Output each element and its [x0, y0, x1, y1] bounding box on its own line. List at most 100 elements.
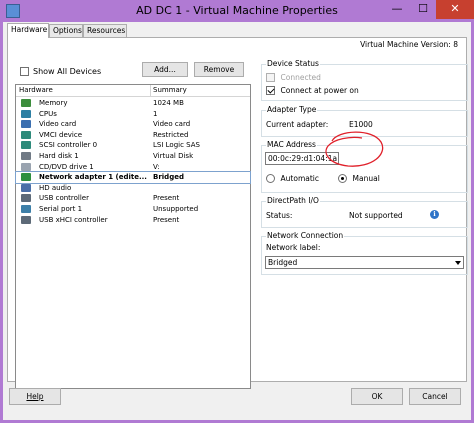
- hardware-row-name: Hard disk 1: [39, 152, 79, 160]
- hardware-row[interactable]: CD/DVD drive 1 V:: [16, 162, 250, 173]
- tab-resources[interactable]: Resources: [83, 24, 127, 37]
- connected-checkbox[interactable]: Connected: [266, 73, 321, 82]
- mac-address-input[interactable]: 00:0c:29:d1:04:1a: [265, 152, 339, 165]
- add-button[interactable]: Add...: [142, 62, 188, 77]
- hardware-row-summary: 1024 MB: [153, 99, 184, 107]
- help-button[interactable]: Help: [9, 388, 61, 405]
- hardware-row[interactable]: Memory 1024 MB: [16, 98, 250, 109]
- hardware-row[interactable]: Serial port 1 Unsupported: [16, 204, 250, 215]
- column-header-summary[interactable]: Summary: [153, 86, 187, 94]
- device-status-legend: Device Status: [266, 59, 320, 68]
- hardware-row[interactable]: Hard disk 1 Virtual Disk: [16, 151, 250, 162]
- mac-address-group: MAC Address 00:0c:29:d1:04:1a Automatic …: [261, 140, 468, 193]
- vm-version-label: Virtual Machine Version: 8: [360, 40, 458, 49]
- hardware-row-name: USB xHCI controller: [39, 215, 108, 224]
- current-adapter-label: Current adapter:: [266, 120, 329, 129]
- automatic-radio[interactable]: Automatic: [266, 174, 319, 183]
- hardware-row-name: HD audio: [39, 183, 72, 192]
- hardware-row[interactable]: CPUs 1: [16, 109, 250, 120]
- close-button[interactable]: ✕: [436, 0, 474, 19]
- connected-checkbox-box[interactable]: [266, 73, 275, 82]
- directpath-status-value: Not supported: [349, 211, 403, 220]
- network-label-select[interactable]: Bridged: [265, 256, 464, 269]
- network-label-label: Network label:: [266, 243, 321, 252]
- hardware-row-name: Memory: [39, 99, 68, 107]
- remove-button[interactable]: Remove: [194, 62, 244, 77]
- network-connection-group: Network Connection Network label: Bridge…: [261, 231, 468, 275]
- directpath-legend: DirectPath I/O: [266, 196, 320, 205]
- chip-icon: [21, 130, 31, 139]
- hardware-list[interactable]: Hardware Summary Memory 1024 MB CPUs 1 Video…: [15, 84, 251, 389]
- network-label-selected-value: Bridged: [268, 258, 298, 267]
- automatic-label: Automatic: [280, 174, 320, 183]
- hardware-row[interactable]: VMCI device Restricted: [16, 130, 250, 141]
- network-connection-legend: Network Connection: [266, 231, 345, 240]
- hardware-row-name: SCSI controller 0: [39, 141, 98, 150]
- help-button-label: Help: [26, 392, 44, 401]
- show-all-devices-checkbox[interactable]: Show All Devices: [20, 67, 101, 76]
- hardware-row[interactable]: HD audio: [16, 183, 250, 194]
- maximize-button[interactable]: ☐: [410, 0, 436, 19]
- usb-icon: [21, 194, 31, 203]
- adapter-type-group: Adapter Type Current adapter: E1000: [261, 105, 468, 137]
- adapter-type-legend: Adapter Type: [266, 105, 318, 114]
- tab-options[interactable]: Options: [49, 24, 83, 37]
- hardware-row[interactable]: Video card Video card: [16, 119, 250, 130]
- tab-hardware[interactable]: Hardware: [7, 23, 49, 38]
- hardware-row-summary: Video card: [153, 120, 191, 129]
- hardware-row[interactable]: USB xHCI controller Present: [16, 215, 250, 226]
- hardware-tab-panel: Virtual Machine Version: 8 Show All Devi…: [7, 37, 468, 389]
- usb-icon: [21, 215, 31, 224]
- chevron-down-icon[interactable]: [455, 261, 461, 265]
- hardware-row-summary: Unsupported: [153, 205, 199, 213]
- hardware-row-name: Video card: [39, 120, 77, 129]
- column-header-hardware[interactable]: Hardware: [19, 86, 53, 94]
- hardware-row-name: CPUs: [39, 109, 57, 118]
- speaker-icon: [21, 183, 31, 192]
- directpath-status-label: Status:: [266, 211, 293, 220]
- ok-button[interactable]: OK: [351, 388, 403, 405]
- manual-radio[interactable]: Manual: [338, 174, 380, 183]
- hardware-row[interactable]: Network adapter 1 (edite... Bridged: [15, 171, 251, 184]
- connected-label: Connected: [280, 73, 321, 82]
- current-adapter-value: E1000: [349, 120, 373, 129]
- chip-icon: [21, 141, 31, 150]
- manual-radio-button[interactable]: [338, 174, 347, 183]
- hardware-row-summary: Present: [153, 194, 180, 203]
- device-status-group: Device Status Connected Connect at power…: [261, 59, 468, 101]
- hardware-row-name: Serial port 1: [39, 205, 83, 213]
- connect-at-power-on-label: Connect at power on: [280, 86, 359, 95]
- hardware-row-name: Network adapter 1 (edite...: [39, 173, 147, 182]
- properties-window: AD DC 1 - Virtual Machine Properties — ☐…: [0, 0, 474, 423]
- hardware-row-summary: 1: [153, 109, 158, 118]
- hardware-row-summary: LSI Logic SAS: [153, 141, 200, 150]
- hardware-row-name: VMCI device: [39, 130, 82, 139]
- minimize-button[interactable]: —: [384, 0, 410, 19]
- hardware-row-summary: Virtual Disk: [153, 152, 194, 160]
- hardware-row[interactable]: USB controller Present: [16, 193, 250, 204]
- serial-port-icon: [21, 205, 31, 213]
- cd-dvd-icon: [21, 162, 31, 171]
- title-bar[interactable]: AD DC 1 - Virtual Machine Properties — ☐…: [0, 0, 474, 22]
- hardware-row-summary: Bridged: [153, 173, 184, 182]
- hardware-row-summary: V:: [153, 162, 160, 171]
- connect-at-power-on-checkbox[interactable]: Connect at power on: [266, 86, 359, 95]
- mac-address-legend: MAC Address: [266, 140, 317, 149]
- cpu-icon: [21, 109, 31, 118]
- checkbox-box[interactable]: [20, 67, 29, 76]
- cancel-button[interactable]: Cancel: [409, 388, 461, 405]
- connect-at-power-on-box[interactable]: [266, 86, 275, 95]
- column-divider[interactable]: [150, 85, 151, 96]
- hardware-row-name: USB controller: [39, 194, 89, 203]
- monitor-icon: [21, 120, 31, 129]
- hardware-list-header: Hardware Summary: [16, 85, 250, 97]
- directpath-io-group: DirectPath I/O Status: Not supported i: [261, 196, 468, 228]
- manual-label: Manual: [352, 174, 380, 183]
- hardware-row-name: CD/DVD drive 1: [39, 162, 94, 171]
- show-all-devices-label: Show All Devices: [33, 67, 102, 76]
- hardware-row[interactable]: SCSI controller 0 LSI Logic SAS: [16, 140, 250, 151]
- hardware-row-summary: Present: [153, 215, 180, 224]
- automatic-radio-button[interactable]: [266, 174, 275, 183]
- info-icon[interactable]: i: [430, 210, 439, 219]
- memory-icon: [21, 99, 31, 107]
